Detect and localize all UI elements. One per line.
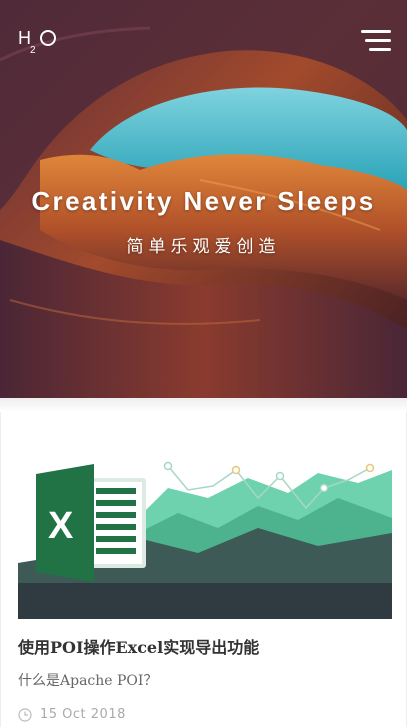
post-thumbnail[interactable]: X [18, 458, 392, 619]
hero-banner: H 2 Creativity Never Sleeps 简单乐观爱创造 [0, 0, 407, 398]
svg-text:2: 2 [30, 45, 36, 54]
hamburger-menu-icon[interactable] [361, 30, 391, 52]
post-date: 15 Oct 2018 [40, 707, 126, 722]
post-excerpt: 什么是Apache POI？ [18, 673, 158, 689]
post-title[interactable]: 使用POI操作Excel实现导出功能 [18, 634, 259, 658]
hero-subtitle: 简单乐观爱创造 [126, 237, 281, 257]
site-logo[interactable]: H 2 [18, 26, 60, 56]
svg-text:X: X [48, 505, 74, 547]
card-shadow [0, 398, 407, 412]
hero-title: Creativity Never Sleeps [31, 186, 376, 216]
clock-icon [18, 707, 32, 722]
post-meta: 15 Oct 2018 [18, 707, 126, 722]
post-card[interactable]: X 使用POI操作Excel实现导出功能 什么是Apache POI？ 15 O… [0, 398, 407, 727]
